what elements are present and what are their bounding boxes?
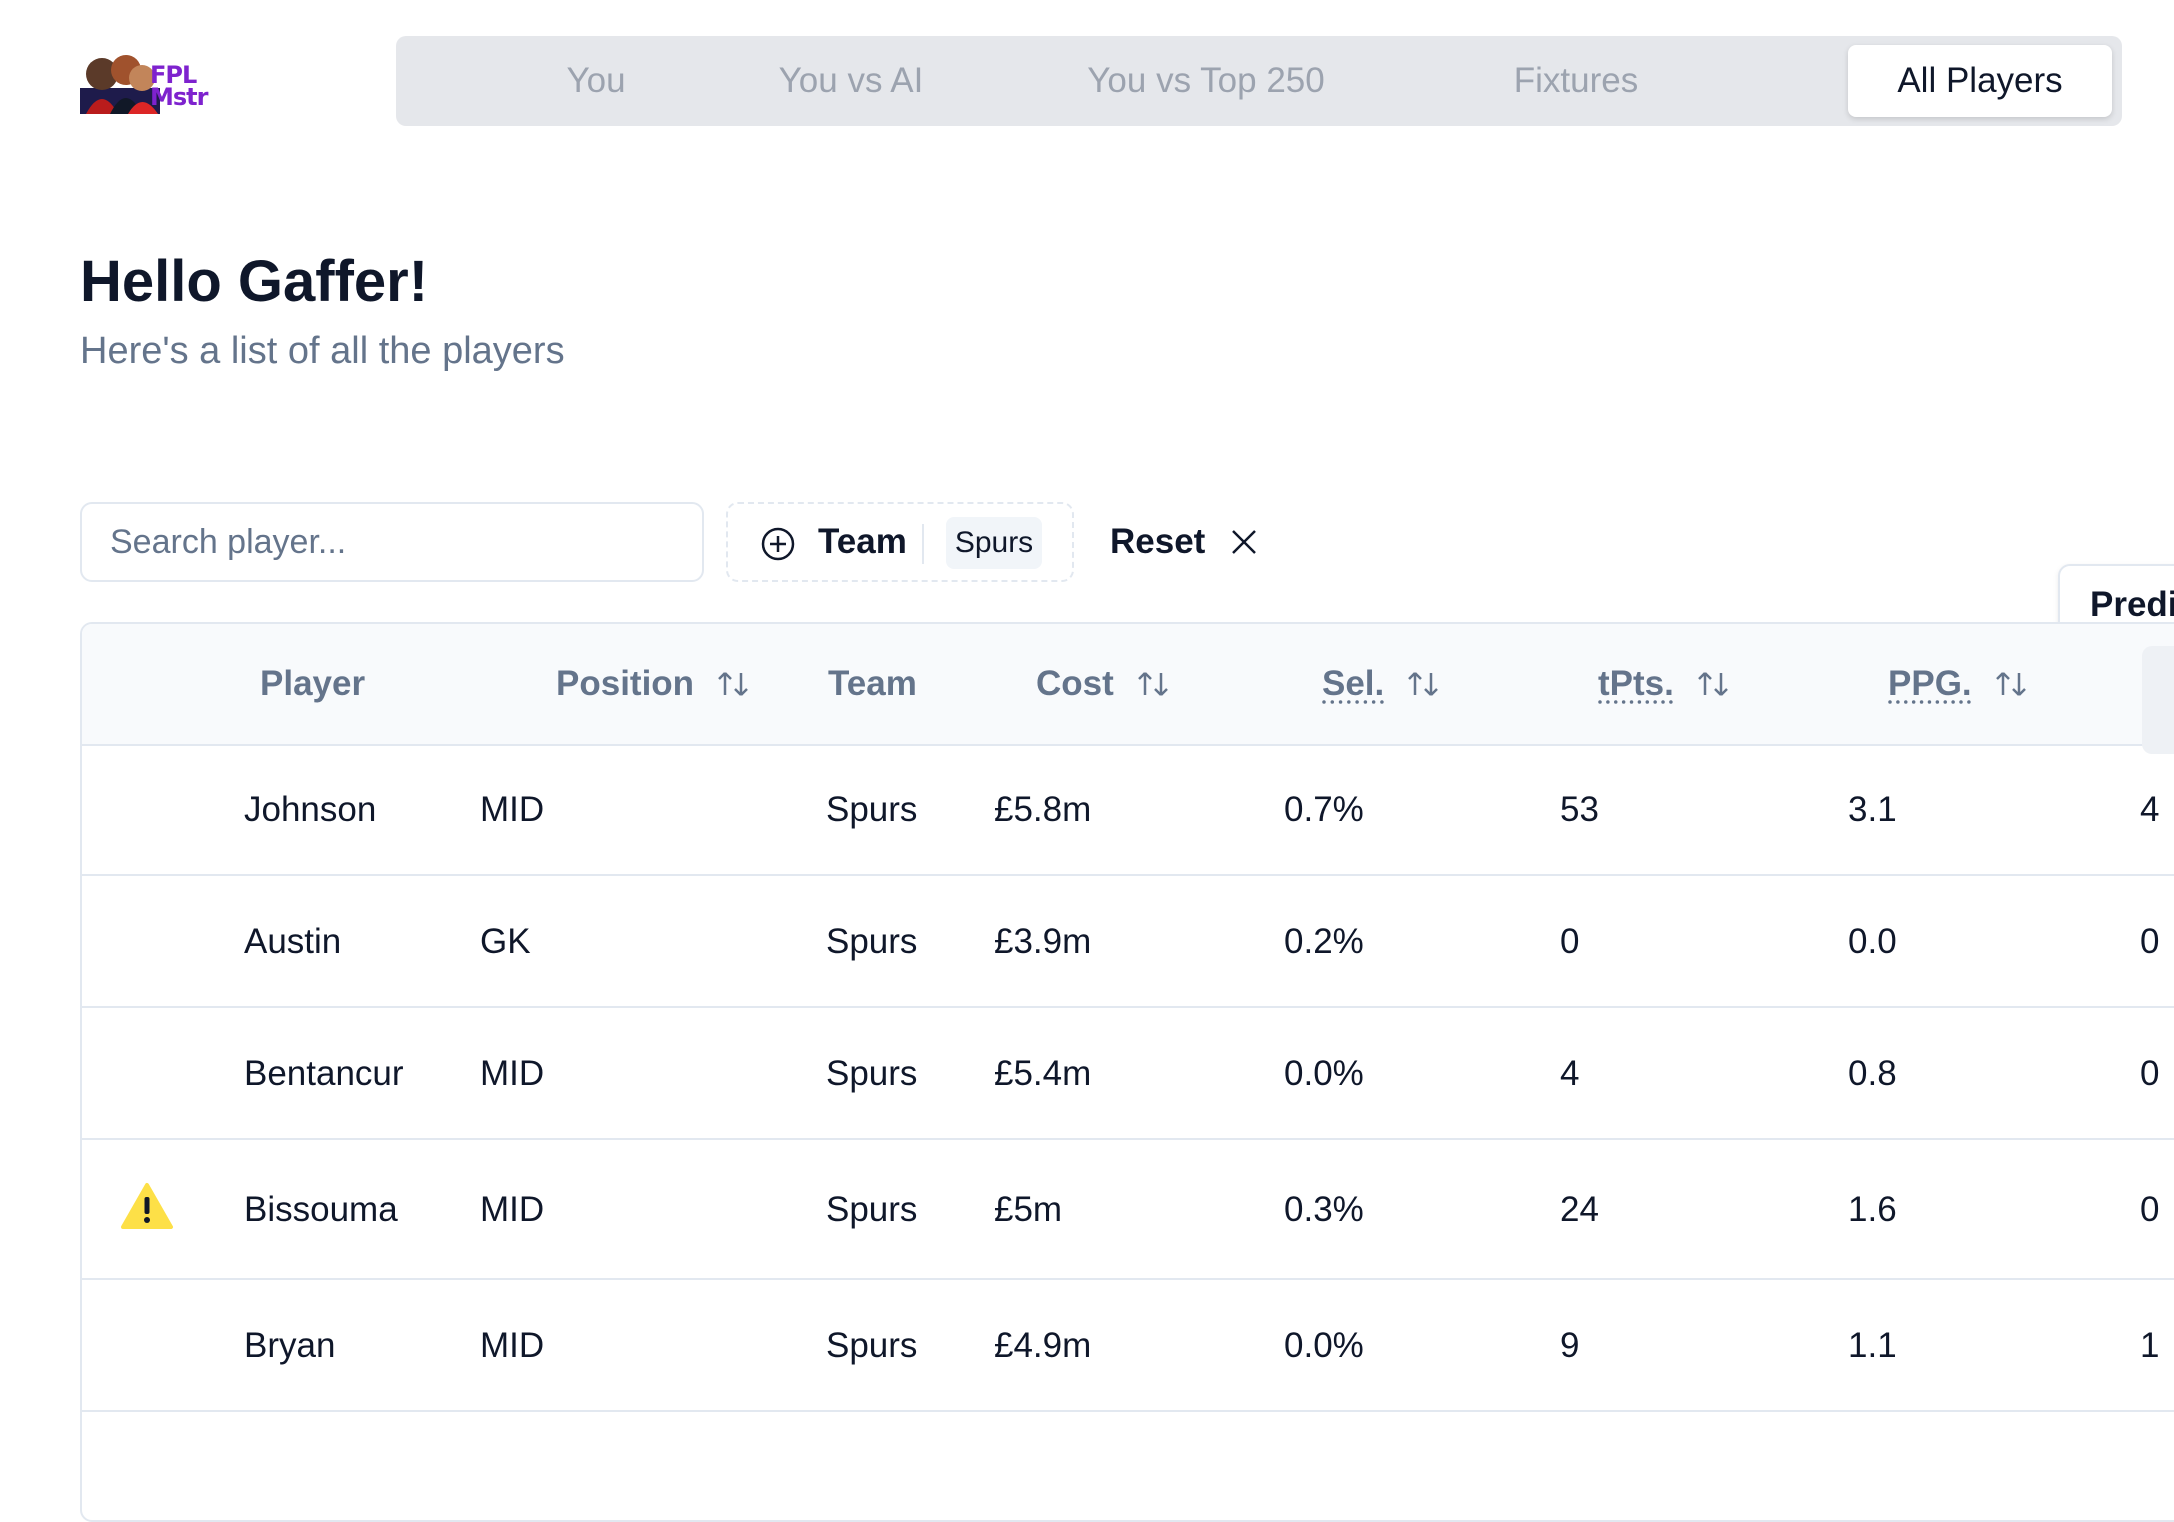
cell-tpts: 53 <box>1560 790 1599 829</box>
table-header: Player Position Team Cost Sel. tPts. PPG… <box>82 624 2174 754</box>
main-nav: You You vs AI You vs Top 250 Fixtures Al… <box>396 36 2122 126</box>
cell-position: MID <box>480 790 545 829</box>
column-header-position[interactable]: Position <box>556 664 750 704</box>
team-filter-button[interactable]: Team Spurs <box>726 502 1074 582</box>
team-filter-chip: Spurs <box>946 517 1042 569</box>
cell-position: MID <box>480 1190 545 1229</box>
sort-icon[interactable] <box>716 667 750 701</box>
sort-icon[interactable] <box>1136 667 1170 701</box>
cell-cost: £3.9m <box>994 922 1092 961</box>
cell-tpts: 4 <box>1560 1054 1580 1093</box>
team-filter-label: Team <box>818 522 907 561</box>
cell-cost: £5.8m <box>994 790 1092 829</box>
cell-team: Spurs <box>826 922 918 961</box>
column-header-team: Team <box>828 664 917 703</box>
page-subtitle: Here's a list of all the players <box>80 330 565 372</box>
search-input[interactable] <box>80 502 704 582</box>
cell-ppg: 0.0 <box>1848 922 1897 961</box>
table-row[interactable]: Bissouma MID Spurs £5m 0.3% 24 1.6 0 <box>82 1140 2174 1280</box>
logo-text: FPL Mstr <box>150 61 208 111</box>
cell-next: 0 <box>2140 922 2160 961</box>
cell-ppg: 1.6 <box>1848 1190 1897 1229</box>
cell-team: Spurs <box>826 1190 918 1229</box>
cell-player: Bissouma <box>244 1190 398 1229</box>
tab-fixtures[interactable]: Fixtures <box>1466 45 1686 117</box>
page-title: Hello Gaffer! <box>80 249 429 314</box>
cell-next: 1 <box>2140 1326 2160 1365</box>
cell-ppg: 1.1 <box>1848 1326 1897 1365</box>
divider <box>922 524 924 564</box>
warning-icon <box>121 1183 173 1229</box>
cell-tpts: 24 <box>1560 1190 1599 1229</box>
cell-cost: £5m <box>994 1190 1063 1229</box>
plus-circle-icon <box>761 527 795 561</box>
cell-sel: 0.2% <box>1284 922 1364 961</box>
sort-icon[interactable] <box>1406 667 1440 701</box>
column-header-player: Player <box>260 664 366 703</box>
reset-label: Reset <box>1110 522 1206 561</box>
cell-position: MID <box>480 1326 545 1365</box>
tab-you[interactable]: You <box>496 45 696 117</box>
sort-icon[interactable] <box>1696 667 1730 701</box>
tab-all-players[interactable]: All Players <box>1848 45 2112 117</box>
close-icon <box>1232 530 1257 554</box>
tab-you-vs-top-250[interactable]: You vs Top 250 <box>1016 45 1396 117</box>
cell-tpts: 0 <box>1560 922 1580 961</box>
cell-next: 4 <box>2140 790 2160 829</box>
cell-ppg: 0.8 <box>1848 1054 1897 1093</box>
cell-ppg: 3.1 <box>1848 790 1897 829</box>
cell-sel: 0.0% <box>1284 1326 1364 1365</box>
reset-button[interactable]: Reset <box>1110 508 1259 576</box>
sort-icon[interactable] <box>1994 667 2028 701</box>
cell-cost: £4.9m <box>994 1326 1092 1365</box>
cell-position: MID <box>480 1054 545 1093</box>
column-header-next[interactable] <box>2142 646 2174 754</box>
column-header-tpts[interactable]: tPts. <box>1598 664 1730 704</box>
cell-player: Bryan <box>244 1326 336 1365</box>
cell-next: 0 <box>2140 1054 2160 1093</box>
column-header-ppg[interactable]: PPG. <box>1888 664 2028 704</box>
cell-position: GK <box>480 922 531 961</box>
column-header-sel[interactable]: Sel. <box>1322 664 1440 704</box>
table-row[interactable]: Bryan MID Spurs £4.9m 0.0% 9 1.1 1 <box>82 1280 2174 1412</box>
table-row[interactable]: Johnson MID Spurs £5.8m 0.7% 53 3.1 4 <box>82 744 2174 876</box>
table-row[interactable]: Austin GK Spurs £3.9m 0.2% 0 0.0 0 <box>82 876 2174 1008</box>
cell-sel: 0.3% <box>1284 1190 1364 1229</box>
cell-player: Bentancur <box>244 1054 404 1093</box>
cell-next: 0 <box>2140 1190 2160 1229</box>
cell-sel: 0.0% <box>1284 1054 1364 1093</box>
tab-you-vs-ai[interactable]: You vs AI <box>726 45 976 117</box>
cell-player: Johnson <box>244 790 377 829</box>
cell-team: Spurs <box>826 1326 918 1365</box>
cell-player: Austin <box>244 922 342 961</box>
cell-sel: 0.7% <box>1284 790 1364 829</box>
cell-team: Spurs <box>826 1054 918 1093</box>
logo-faces-icon <box>80 55 160 114</box>
cell-team: Spurs <box>826 790 918 829</box>
players-table: Player Position Team Cost Sel. tPts. PPG… <box>80 622 2174 1522</box>
cell-cost: £5.4m <box>994 1054 1092 1093</box>
column-header-cost[interactable]: Cost <box>1036 664 1170 704</box>
cell-tpts: 9 <box>1560 1326 1580 1365</box>
table-row[interactable]: Bentancur MID Spurs £5.4m 0.0% 4 0.8 0 <box>82 1008 2174 1140</box>
